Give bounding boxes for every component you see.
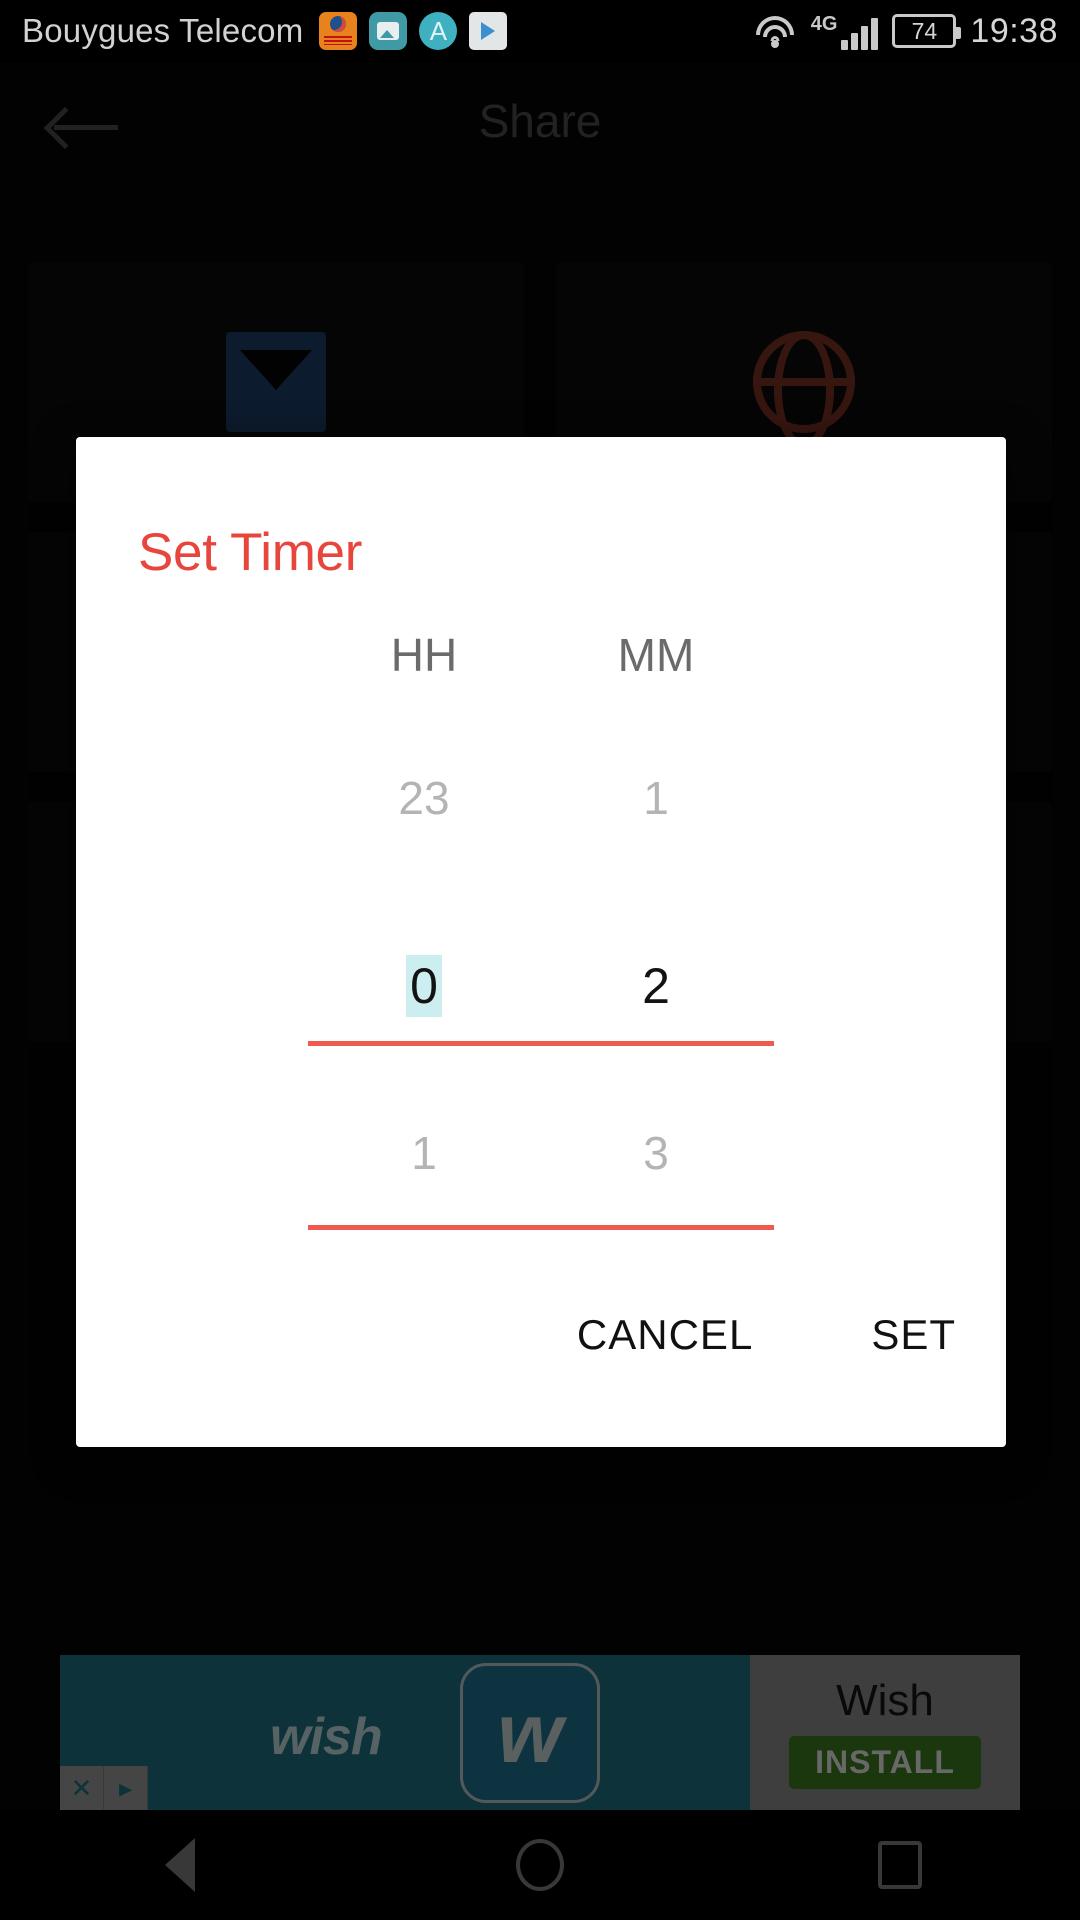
wifi-icon [753, 14, 797, 48]
hours-input[interactable]: 0 [308, 893, 540, 1078]
picker-top-divider [308, 1041, 774, 1046]
picker-above-row: 23 1 [76, 703, 1006, 893]
set-timer-dialog: Set Timer HH MM 23 1 0 2 1 3 CANCEL SET [76, 437, 1006, 1447]
minutes-label: MM [617, 629, 695, 681]
minutes-current-text: 2 [642, 957, 670, 1014]
play-store-icon [469, 12, 508, 50]
signal-bars-icon [841, 17, 879, 50]
orange-app-icon [319, 12, 358, 50]
status-indicators: 4G 74 19:38 [753, 12, 1058, 51]
hours-above-text: 23 [398, 772, 450, 824]
a-circle-icon: A [419, 12, 458, 50]
hours-value-above[interactable]: 23 [308, 703, 540, 893]
carrier-label: Bouygues Telecom [22, 12, 304, 49]
picker-labels-row: HH MM [76, 607, 1006, 703]
minutes-value-below[interactable]: 3 [540, 1078, 772, 1228]
picker-selected-row: 0 2 [76, 893, 1006, 1078]
timer-picker: HH MM 23 1 0 2 1 3 [76, 607, 1006, 1230]
dialog-actions: CANCEL SET [577, 1311, 956, 1359]
status-bar: Bouygues Telecom A 4G 74 19:38 [0, 0, 1080, 62]
gallery-icon [369, 12, 408, 50]
hours-current-text: 0 [406, 954, 442, 1017]
picker-bottom-divider [308, 1225, 774, 1230]
hours-label: HH [390, 629, 458, 681]
network-type-label: 4G [810, 12, 838, 35]
minutes-above-text: 1 [643, 772, 669, 824]
battery-icon: 74 [892, 14, 962, 48]
phone-screen: Share wish [0, 0, 1080, 1920]
network-indicator: 4G [811, 13, 879, 50]
minutes-value-above[interactable]: 1 [540, 703, 772, 893]
cancel-button[interactable]: CANCEL [577, 1311, 753, 1359]
set-button[interactable]: SET [871, 1311, 956, 1359]
picker-below-row: 1 3 [76, 1078, 1006, 1228]
minutes-below-text: 3 [643, 1127, 669, 1179]
battery-level-label: 74 [911, 17, 938, 44]
dialog-title: Set Timer [138, 523, 363, 582]
picker-column-minutes-label: MM [540, 607, 772, 703]
picker-column-hours-label: HH [308, 607, 540, 703]
clock-label: 19:38 [970, 11, 1058, 50]
minutes-input[interactable]: 2 [540, 893, 772, 1078]
hours-below-text: 1 [411, 1127, 437, 1179]
hours-value-below[interactable]: 1 [308, 1078, 540, 1228]
notification-icons: A [319, 12, 508, 50]
